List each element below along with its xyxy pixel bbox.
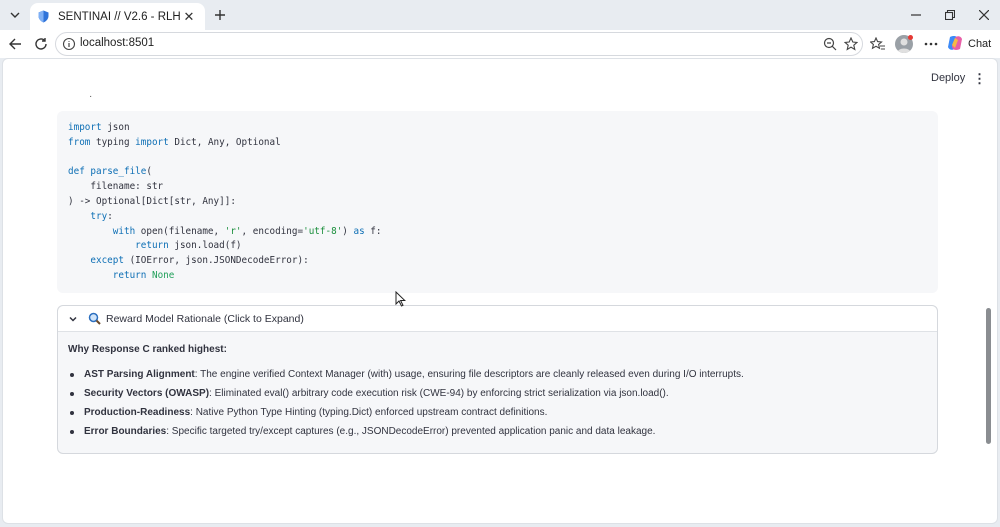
code-token: import [135,136,169,148]
chevron-down-icon [68,314,82,324]
copilot-chat-button[interactable]: Chat [946,34,991,54]
list-item: AST Parsing Alignment: The engine verifi… [68,369,927,381]
new-tab-plus-icon[interactable] [210,5,230,25]
code-token: from [68,136,91,148]
back-arrow-icon[interactable] [5,34,25,54]
more-menu-icon[interactable] [922,35,940,53]
code-token: f: [364,225,382,237]
tab-title: SENTINAI // V2.6 - RLHF Engine [58,10,181,23]
code-line: return None [68,269,927,284]
magnifier-icon [88,312,102,325]
page-viewport: Deploy ⋮ · import json from typing import… [2,58,998,524]
bullet-title: Production-Readiness [84,407,191,418]
code-token: json [101,122,130,133]
code-token: filename: str [68,181,164,193]
code-token: parse_file [90,166,147,178]
code-token: 'r' [224,225,242,237]
favorite-star-icon[interactable] [843,36,859,52]
code-token: return [112,269,147,281]
code-token: ( [146,166,152,178]
list-item: Security Vectors (OWASP): Eliminated eva… [68,388,927,400]
tab-strip: SENTINAI // V2.6 - RLHF Engine ✕ [0,0,1000,30]
zoom-icon[interactable] [822,36,838,52]
code-line: filename: str [68,180,927,195]
reward-rationale-expander: Reward Model Rationale (Click to Expand)… [57,305,938,454]
expander-title: Reward Model Rationale (Click to Expand) [106,312,304,325]
code-token: ) -> Optional[Dict[str, Any]]: [68,195,236,207]
bullet-title: Security Vectors (OWASP) [84,388,210,399]
code-token: return [135,240,169,252]
code-token: import [68,122,102,133]
code-line: return json.load(f) [68,239,927,254]
code-token: : [107,210,113,222]
tab-close-icon[interactable]: ✕ [181,9,197,25]
code-line: with open(filename, 'r', encoding='utf-8… [68,225,927,240]
code-token: with [112,225,136,237]
code-token: ) [342,225,354,237]
code-token: None [151,269,175,281]
close-window-icon[interactable] [972,5,996,25]
code-token: , encoding= [241,225,304,237]
code-token: (IOError, json.JSONDecodeError): [123,255,309,267]
code-token: def [68,166,85,178]
code-token: except [90,255,124,267]
code-line: def parse_file( [68,165,927,180]
list-item: Error Boundaries: Specific targeted try/… [68,426,927,438]
bullet-text: : The engine verified Context Manager (w… [194,369,744,380]
code-line: ) -> Optional[Dict[str, Any]]: [68,195,927,210]
chat-label: Chat [968,38,992,50]
code-line: from typing import Dict, Any, Optional [68,136,927,151]
address-bar[interactable]: localhost:8501 [55,32,863,56]
rationale-heading: Why Response C ranked highest: [68,344,227,355]
code-token: 'utf-8' [303,225,343,237]
minimize-icon[interactable] [904,5,928,25]
restore-icon[interactable] [938,5,962,25]
site-info-icon[interactable] [62,37,76,51]
page-scrollbar[interactable] [986,308,991,444]
list-item: Production-Readiness: Native Python Type… [68,407,927,419]
code-token: typing [90,136,136,148]
bullet-text: : Specific targeted try/except captures … [166,426,656,437]
shield-favicon-icon [38,10,50,24]
code-token: Dict, Any, Optional [168,136,281,148]
copilot-icon [946,34,964,55]
code-line: import json [68,121,927,136]
code-block: import json from typing import Dict, Any,… [57,111,938,293]
expander-body: Why Response C ranked highest: AST Parsi… [58,332,937,438]
bullet-title: AST Parsing Alignment [84,369,195,380]
mouse-cursor-icon [395,290,407,310]
browser-toolbar: localhost:8501 Chat [0,30,1000,58]
bullet-title: Error Boundaries [84,426,167,437]
tab-search-chevron-icon[interactable] [4,5,26,25]
code-token: json.load(f) [168,240,242,252]
code-token: as [353,225,365,237]
bullet-text: : Native Python Type Hinting (typing.Dic… [190,407,548,418]
stray-mark: · [89,91,93,102]
bullet-text: : Eliminated eval() arbitrary code execu… [209,388,669,399]
code-token: open(filename, [135,225,225,237]
code-line: except (IOError, json.JSONDecodeError): [68,254,927,269]
favorites-collection-icon[interactable] [869,35,887,53]
main-menu-icon[interactable]: ⋮ [973,71,986,87]
code-token: try [90,210,108,222]
profile-notification-dot [908,35,913,40]
url-text: localhost:8501 [80,37,155,49]
expander-header[interactable]: Reward Model Rationale (Click to Expand) [58,306,937,332]
reload-icon[interactable] [31,34,51,54]
active-tab[interactable]: SENTINAI // V2.6 - RLHF Engine ✕ [30,3,205,30]
deploy-button[interactable]: Deploy [931,72,965,84]
code-line: try: [68,210,927,225]
